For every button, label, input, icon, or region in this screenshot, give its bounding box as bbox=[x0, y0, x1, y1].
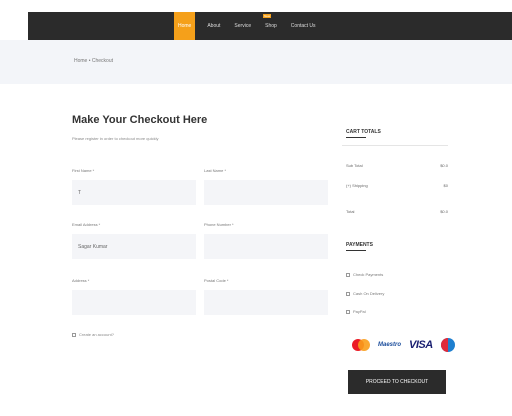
payment-cod-label: Cash On Delivery bbox=[353, 291, 385, 296]
postal-code-label: Postal Code * bbox=[204, 278, 229, 283]
create-account-row[interactable]: Create an account? bbox=[72, 332, 114, 337]
cart-totals-title: CART TOTALS bbox=[346, 129, 381, 135]
nav-shop-label: Shop bbox=[265, 23, 277, 29]
payment-option-check[interactable]: Check Payments bbox=[346, 272, 383, 277]
cart-title-underline bbox=[346, 137, 366, 138]
shop-new-badge: New bbox=[263, 14, 272, 18]
maestro-logo: Maestro bbox=[378, 342, 402, 348]
breadcrumb[interactable]: Home • Checkout bbox=[74, 58, 113, 64]
create-account-label: Create an account? bbox=[79, 332, 114, 337]
payment-paypal-checkbox[interactable] bbox=[346, 309, 350, 314]
phone-label: Phone Number * bbox=[204, 222, 234, 227]
payment-paypal-label: PayPal bbox=[353, 309, 366, 314]
nav-service[interactable]: Service bbox=[232, 12, 253, 40]
payment-cod-checkbox[interactable] bbox=[346, 291, 350, 296]
nav-home[interactable]: Home bbox=[174, 12, 196, 40]
total-label: Total bbox=[346, 209, 355, 214]
navbar-gap bbox=[0, 12, 28, 40]
cart-divider bbox=[342, 145, 448, 146]
subtotal-label: Sub Total bbox=[346, 163, 363, 168]
nav-about[interactable]: About bbox=[205, 12, 222, 40]
payment-check-checkbox[interactable] bbox=[346, 272, 350, 277]
mastercard-logo bbox=[352, 339, 370, 351]
visa-logo: VISA bbox=[409, 339, 433, 351]
amex-logo bbox=[440, 338, 455, 352]
breadcrumb-bar: Home • Checkout bbox=[0, 40, 512, 84]
form-subtitle: Please register in order to checkout mor… bbox=[72, 136, 159, 141]
create-account-checkbox[interactable] bbox=[72, 332, 76, 337]
payment-option-cod[interactable]: Cash On Delivery bbox=[346, 291, 384, 296]
card-logos: Maestro VISA bbox=[352, 338, 455, 352]
order-sidebar bbox=[332, 110, 460, 410]
nav-shop[interactable]: New Shop bbox=[263, 12, 279, 40]
shipping-label: (+) Shipping bbox=[346, 183, 368, 188]
proceed-to-checkout-button[interactable]: PROCEED TO CHECKOUT bbox=[348, 370, 446, 394]
first-name-input[interactable] bbox=[72, 180, 196, 205]
phone-input[interactable] bbox=[204, 234, 328, 259]
postal-code-input[interactable] bbox=[204, 290, 328, 315]
address-label: Address * bbox=[72, 278, 90, 283]
first-name-label: First Name * bbox=[72, 168, 95, 173]
top-navbar: Home About Service New Shop Contact Us bbox=[0, 12, 512, 40]
email-input[interactable] bbox=[72, 234, 196, 259]
last-name-label: Last Name * bbox=[204, 168, 227, 173]
shipping-value: $0 bbox=[443, 183, 448, 188]
address-input[interactable] bbox=[72, 290, 196, 315]
form-title: Make Your Checkout Here bbox=[72, 114, 208, 126]
subtotal-value: $0.0 bbox=[440, 163, 448, 168]
payments-title: PAYMENTS bbox=[346, 242, 373, 248]
total-value: $0.0 bbox=[440, 209, 448, 214]
email-label: Email Address * bbox=[72, 222, 101, 227]
payment-option-paypal[interactable]: PayPal bbox=[346, 309, 366, 314]
payment-check-label: Check Payments bbox=[353, 272, 384, 277]
nav-menu: Home About Service New Shop Contact Us bbox=[174, 12, 318, 40]
last-name-input[interactable] bbox=[204, 180, 328, 205]
nav-contact[interactable]: Contact Us bbox=[289, 12, 318, 40]
payments-title-underline bbox=[346, 250, 366, 251]
